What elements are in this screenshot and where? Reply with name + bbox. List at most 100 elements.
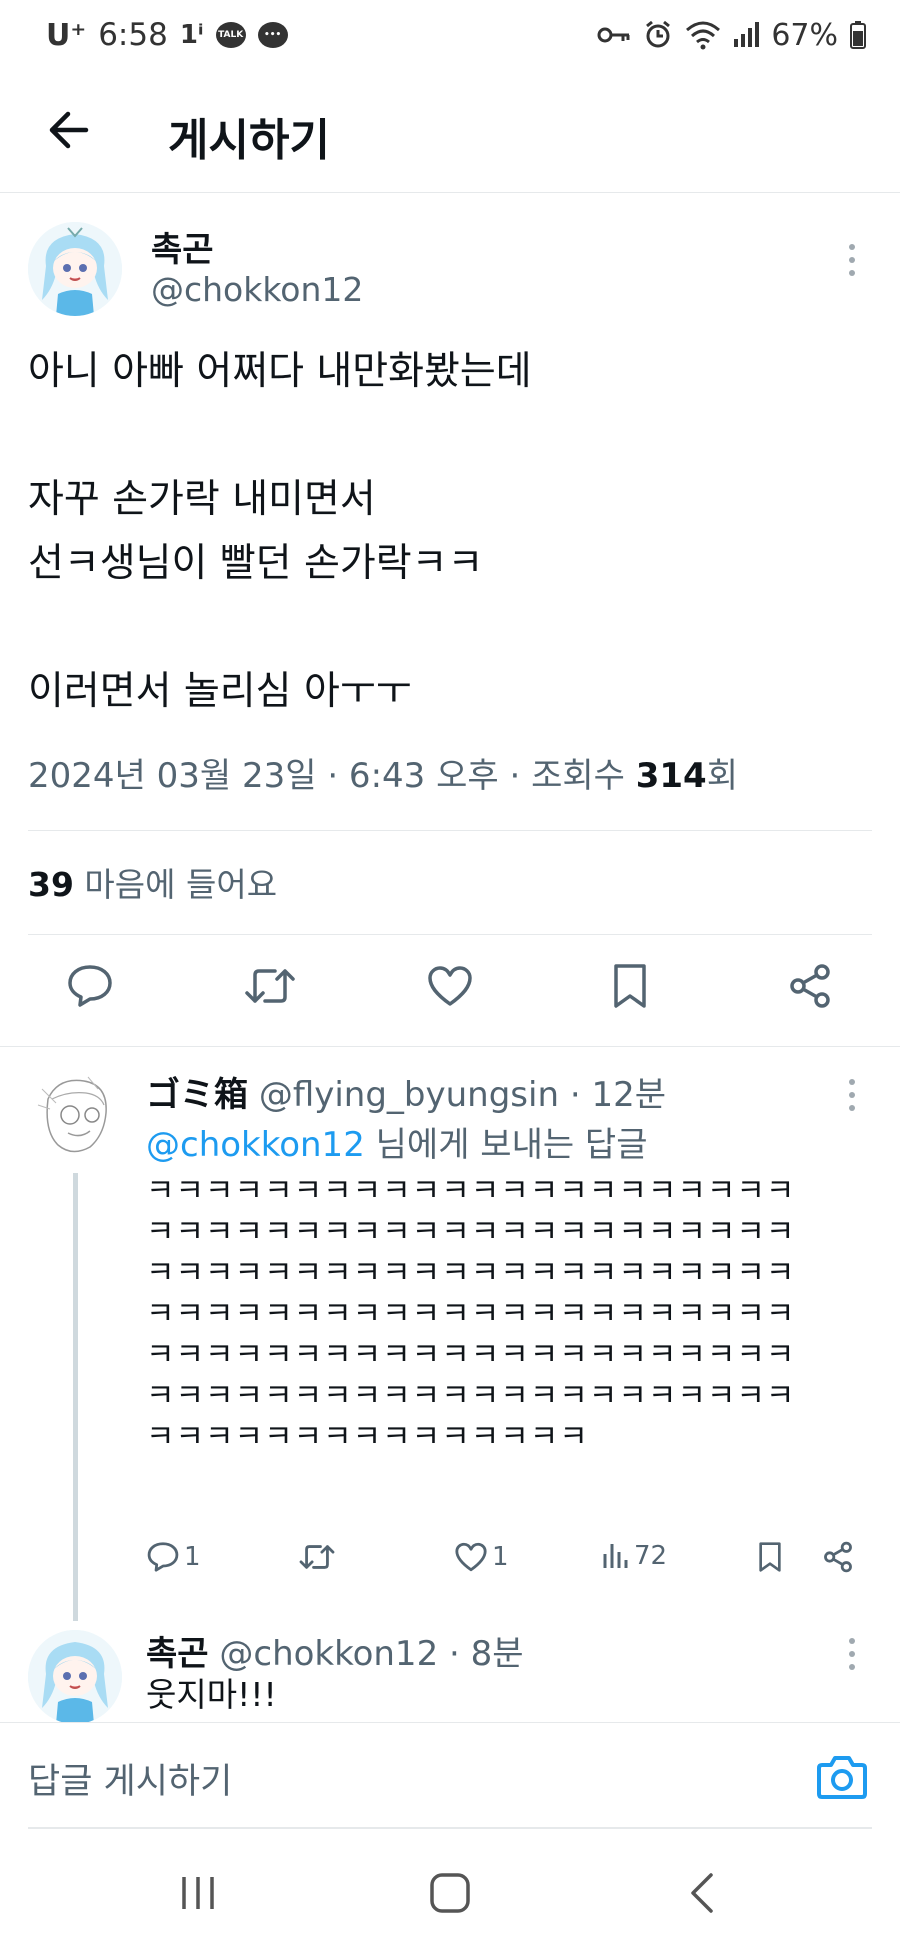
system-nav-bar	[0, 1830, 900, 1950]
more-icon[interactable]	[840, 1075, 864, 1115]
avatar[interactable]	[28, 222, 122, 316]
reply-button[interactable]: 1	[146, 1541, 201, 1573]
replying-to: @chokkon12 님에게 보내는 답글	[146, 1117, 648, 1166]
reply-body-line: ㅋㅋㅋㅋㅋㅋㅋㅋㅋㅋㅋㅋㅋㅋㅋㅋㅋㅋㅋㅋㅋㅋ	[146, 1296, 796, 1332]
back-arrow-icon	[49, 111, 89, 149]
battery-percent: 67%	[771, 17, 838, 53]
share-button[interactable]	[822, 1541, 854, 1573]
reply-tweet[interactable]: 촉곤 @chokkon12 · 8분 웃지마!!!	[0, 1620, 900, 1722]
author-handle[interactable]: @chokkon12	[151, 270, 363, 309]
more-icon[interactable]	[840, 1634, 864, 1674]
tweet-body-line: 자꾸 손가락 내미면서	[28, 477, 376, 522]
status-bar-left: U⁺ 6:58 1ⁱ TALK •••	[46, 17, 288, 53]
bookmark-button[interactable]	[600, 956, 660, 1016]
reply-header: ゴミ箱 @flying_byungsin · 12분	[146, 1067, 666, 1116]
alarm-icon	[643, 20, 673, 50]
tweet-body-line	[28, 404, 868, 468]
view-count: 314	[635, 756, 707, 796]
home-button[interactable]	[420, 1868, 480, 1918]
replying-to-label: 님에게 보내는 답글	[364, 1125, 648, 1165]
reply-header: 촉곤 @chokkon12 · 8분	[146, 1626, 524, 1675]
likes-label: 마음에 들어요	[73, 865, 278, 904]
author-handle[interactable]: @chokkon12 · 8분	[219, 1634, 523, 1674]
reply-button[interactable]	[60, 956, 120, 1016]
reply-body: ㅋㅋㅋㅋㅋㅋㅋㅋㅋㅋㅋㅋㅋㅋㅋㅋㅋㅋㅋㅋㅋㅋ ㅋㅋㅋㅋㅋㅋㅋㅋㅋㅋㅋㅋㅋㅋㅋㅋㅋ…	[146, 1171, 795, 1458]
views-button[interactable]: 72	[602, 1541, 667, 1571]
tweet-body: 아니 아빠 어쩌다 내만화봤는데 자꾸 손가락 내미면서 선ㅋ생님이 빨던 손가…	[28, 340, 868, 724]
recent-apps-button[interactable]	[168, 1868, 228, 1918]
reply-count: 1	[184, 1542, 201, 1572]
retweet-button[interactable]	[240, 956, 300, 1016]
back-button[interactable]	[40, 102, 96, 158]
reply-body-line: ㅋㅋㅋㅋㅋㅋㅋㅋㅋㅋㅋㅋㅋㅋㅋ	[146, 1419, 589, 1455]
system-back-button[interactable]	[672, 1868, 732, 1918]
reply-body-line: ㅋㅋㅋㅋㅋㅋㅋㅋㅋㅋㅋㅋㅋㅋㅋㅋㅋㅋㅋㅋㅋㅋ	[146, 1337, 796, 1373]
like-button[interactable]	[420, 956, 480, 1016]
thread-line	[73, 1173, 78, 1621]
tweet-timestamp: 2024년 03월 23일 · 6:43 오후 · 조회수	[28, 756, 636, 796]
reply-input[interactable]: 답글 게시하기	[28, 1753, 232, 1804]
like-button[interactable]: 1	[454, 1541, 509, 1573]
bookmark-icon	[614, 964, 646, 1008]
key-icon	[597, 25, 631, 45]
view-count: 72	[634, 1541, 668, 1571]
view-count-suffix: 회	[706, 756, 738, 796]
reply-icon	[68, 965, 112, 1007]
avatar[interactable]	[28, 1630, 122, 1722]
reply-body-line: ㅋㅋㅋㅋㅋㅋㅋㅋㅋㅋㅋㅋㅋㅋㅋㅋㅋㅋㅋㅋㅋㅋ	[146, 1214, 796, 1250]
camera-icon	[817, 1756, 867, 1799]
tweet-body-line: 아니 아빠 어쩌다 내만화봤는데	[28, 349, 532, 394]
camera-button[interactable]	[816, 1753, 868, 1801]
status-bar: U⁺ 6:58 1ⁱ TALK ••• 67%	[0, 0, 900, 70]
carrier-label: U⁺	[46, 17, 87, 53]
mention-link[interactable]: @chokkon12	[146, 1125, 365, 1165]
reply-body-line: ㅋㅋㅋㅋㅋㅋㅋㅋㅋㅋㅋㅋㅋㅋㅋㅋㅋㅋㅋㅋㅋㅋ	[146, 1255, 796, 1291]
likes-row[interactable]: 39 마음에 들어요	[28, 858, 277, 906]
retweet-icon	[299, 1545, 335, 1569]
divider	[0, 1046, 900, 1047]
signal-icon	[733, 21, 760, 49]
more-icon[interactable]	[840, 240, 864, 280]
kakaotalk-icon: TALK	[215, 22, 246, 48]
recent-apps-icon	[182, 1877, 214, 1909]
tweet-action-bar	[0, 934, 900, 1044]
reply-body-line: ㅋㅋㅋㅋㅋㅋㅋㅋㅋㅋㅋㅋㅋㅋㅋㅋㅋㅋㅋㅋㅋㅋ	[146, 1378, 796, 1414]
views-icon	[603, 1544, 628, 1568]
author-name[interactable]: 촉곤	[151, 222, 214, 271]
notification-count: 1ⁱ	[179, 20, 204, 50]
home-icon	[430, 1873, 470, 1913]
wifi-icon	[685, 20, 721, 50]
retweet-button[interactable]	[298, 1541, 336, 1573]
bookmark-button[interactable]	[756, 1541, 784, 1573]
tweet-body-line: 선ㅋ생님이 빨던 손가락ㅋㅋ	[28, 541, 484, 586]
like-count: 1	[492, 1542, 509, 1572]
retweet-icon	[245, 969, 295, 1003]
reply-body-line: ㅋㅋㅋㅋㅋㅋㅋㅋㅋㅋㅋㅋㅋㅋㅋㅋㅋㅋㅋㅋㅋㅋ	[146, 1173, 796, 1209]
tweet-body-line: 이러면서 놀리심 아ㅜㅜ	[28, 669, 412, 714]
tweet-body-line	[28, 596, 868, 660]
page-title: 게시하기	[168, 115, 330, 166]
reply-body: 웃지마!!!	[146, 1675, 277, 1714]
bookmark-icon	[759, 1542, 781, 1572]
heart-icon	[428, 966, 472, 1006]
divider	[28, 830, 872, 831]
share-button[interactable]	[780, 956, 840, 1016]
share-icon	[790, 964, 830, 1008]
author-name[interactable]: 촉곤	[146, 1634, 209, 1674]
reply-composer: 답글 게시하기	[0, 1722, 900, 1829]
author-name[interactable]: ゴミ箱	[146, 1075, 248, 1115]
clock: 6:58	[98, 17, 168, 53]
tweet-meta: 2024년 03월 23일 · 6:43 오후 · 조회수 314회	[28, 748, 738, 797]
heart-icon	[455, 1542, 487, 1572]
share-icon	[824, 1541, 852, 1573]
page-header: 게시하기	[0, 70, 900, 193]
reply-icon	[147, 1542, 179, 1572]
reply-action-bar: 1 1 72	[146, 1541, 866, 1591]
avatar[interactable]	[28, 1069, 122, 1163]
status-bar-right: 67%	[597, 18, 866, 53]
battery-icon	[850, 21, 866, 49]
author-handle[interactable]: @flying_byungsin · 12분	[259, 1075, 666, 1115]
chevron-left-icon	[691, 1873, 713, 1913]
likes-count: 39	[28, 865, 74, 904]
message-icon: •••	[257, 22, 288, 48]
